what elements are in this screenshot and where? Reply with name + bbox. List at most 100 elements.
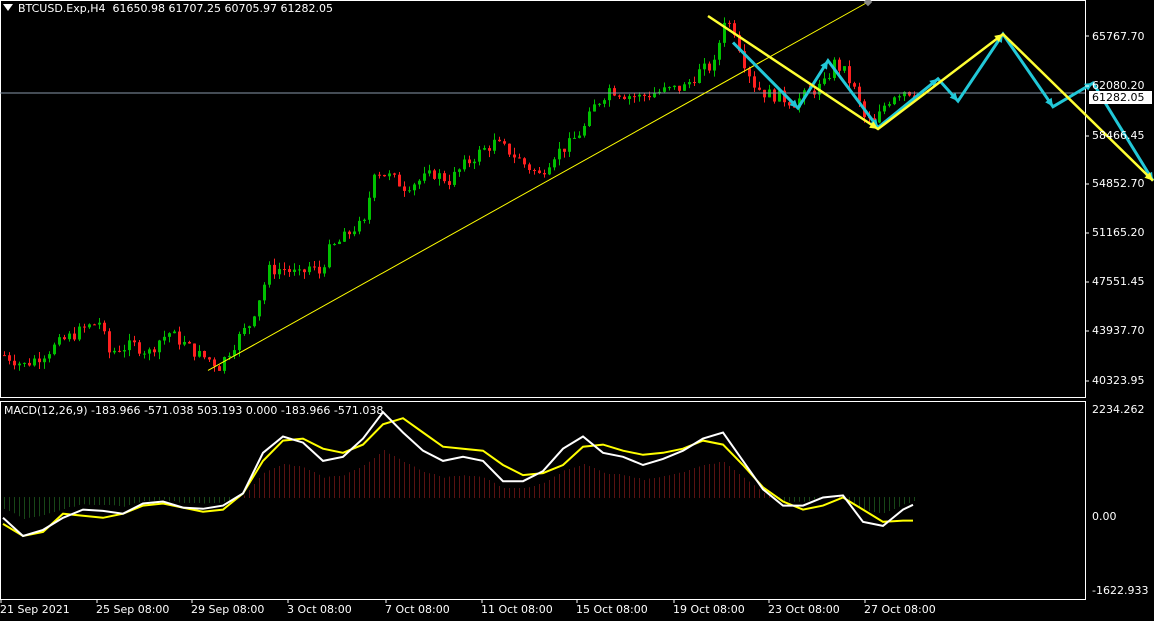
candle-body [718, 42, 721, 60]
candle-body [763, 89, 766, 98]
candle-body [143, 353, 146, 355]
candle-body [413, 184, 416, 191]
time-axis-label: 7 Oct 08:00 [385, 603, 450, 616]
macd-panel [2, 410, 915, 538]
candle-body [688, 82, 691, 85]
candle-body [238, 333, 241, 351]
candle-body [888, 104, 891, 106]
candle-body [638, 94, 641, 97]
candle-body [398, 174, 401, 187]
candle-body [103, 322, 106, 332]
candle-body [213, 359, 216, 367]
candle-body [663, 87, 666, 92]
candles-layer [3, 17, 916, 374]
candle-body [338, 241, 341, 245]
candle-body [368, 197, 371, 220]
price-axis-label: 58466.45 [1092, 129, 1145, 142]
candle-body [48, 354, 51, 359]
candle-body [483, 148, 486, 150]
time-axis-label: 19 Oct 08:00 [673, 603, 745, 616]
candle-body [113, 350, 116, 353]
candle-body [408, 190, 411, 192]
time-axis-label: 3 Oct 08:00 [287, 603, 352, 616]
candle-body [263, 284, 266, 301]
candle-body [393, 173, 396, 175]
candle-body [508, 143, 511, 155]
candle-body [543, 173, 546, 175]
macd-axis-label: -1622.933 [1092, 584, 1149, 597]
price-axis-label: 54852.70 [1092, 177, 1145, 190]
candle-body [588, 111, 591, 126]
candle-body [758, 87, 761, 90]
candle-body [128, 340, 131, 351]
candle-body [348, 231, 351, 235]
candle-body [678, 85, 681, 91]
candle-body [173, 331, 176, 334]
candle-body [493, 139, 496, 151]
candle-body [188, 341, 191, 344]
candle-body [333, 244, 336, 246]
candle-body [458, 169, 461, 172]
candle-body [573, 137, 576, 139]
candle-body [618, 95, 621, 97]
candle-body [353, 231, 356, 235]
price-axis-label: 65767.70 [1092, 30, 1145, 43]
candle-body [283, 269, 286, 271]
candle-body [823, 78, 826, 84]
candle-body [23, 362, 26, 364]
candle-body [328, 244, 331, 268]
candle-body [478, 149, 481, 162]
candle-body [138, 342, 141, 354]
candle-body [248, 326, 251, 328]
candle-body [198, 350, 201, 357]
time-axis-label: 21 Sep 2021 [0, 603, 70, 616]
candle-body [158, 340, 161, 353]
macd-indicator-label: MACD(12,26,9) -183.966 -571.038 503.193 … [4, 404, 384, 417]
candle-body [58, 337, 61, 345]
candle-body [78, 326, 81, 340]
candle-body [668, 87, 671, 89]
candle-body [273, 264, 276, 275]
candle-body [558, 148, 561, 160]
candle-body [108, 331, 111, 353]
candle-body [218, 366, 221, 371]
candle-body [533, 170, 536, 172]
candle-body [228, 355, 231, 358]
candle-body [443, 173, 446, 182]
candle-body [3, 355, 6, 357]
candle-body [838, 59, 841, 71]
candle-body [843, 66, 846, 71]
candle-body [553, 159, 556, 168]
price-axis-label: 40323.95 [1092, 374, 1145, 387]
candle-body [208, 357, 211, 360]
price-axis-label: 43937.70 [1092, 324, 1145, 337]
candle-body [38, 358, 41, 363]
candle-body [893, 97, 896, 105]
candle-body [363, 219, 366, 221]
candle-body [513, 154, 516, 158]
candle-body [713, 59, 716, 71]
candle-body [33, 358, 36, 366]
candle-body [523, 158, 526, 165]
macd-main-line [2, 410, 914, 538]
candle-body [853, 83, 856, 87]
time-axis-label: 23 Oct 08:00 [768, 603, 840, 616]
candle-body [698, 69, 701, 83]
candle-body [488, 148, 491, 151]
candle-body [648, 95, 651, 98]
candle-body [8, 355, 11, 361]
candle-body [168, 333, 171, 337]
candle-body [683, 84, 686, 91]
candle-body [898, 96, 901, 98]
candle-body [503, 141, 506, 144]
candle-body [53, 344, 56, 355]
ohlc-values: 61650.98 61707.25 60705.97 61282.05 [112, 2, 333, 15]
macd-axis-label: 0.00 [1092, 510, 1117, 523]
candle-body [98, 322, 101, 325]
candle-body [268, 264, 271, 285]
chart-canvas[interactable] [0, 0, 1154, 621]
time-axis-label: 15 Oct 08:00 [576, 603, 648, 616]
candle-body [728, 22, 731, 24]
price-axis-label: 51165.20 [1092, 226, 1145, 239]
current-price-badge: 61282.05 [1089, 91, 1152, 104]
